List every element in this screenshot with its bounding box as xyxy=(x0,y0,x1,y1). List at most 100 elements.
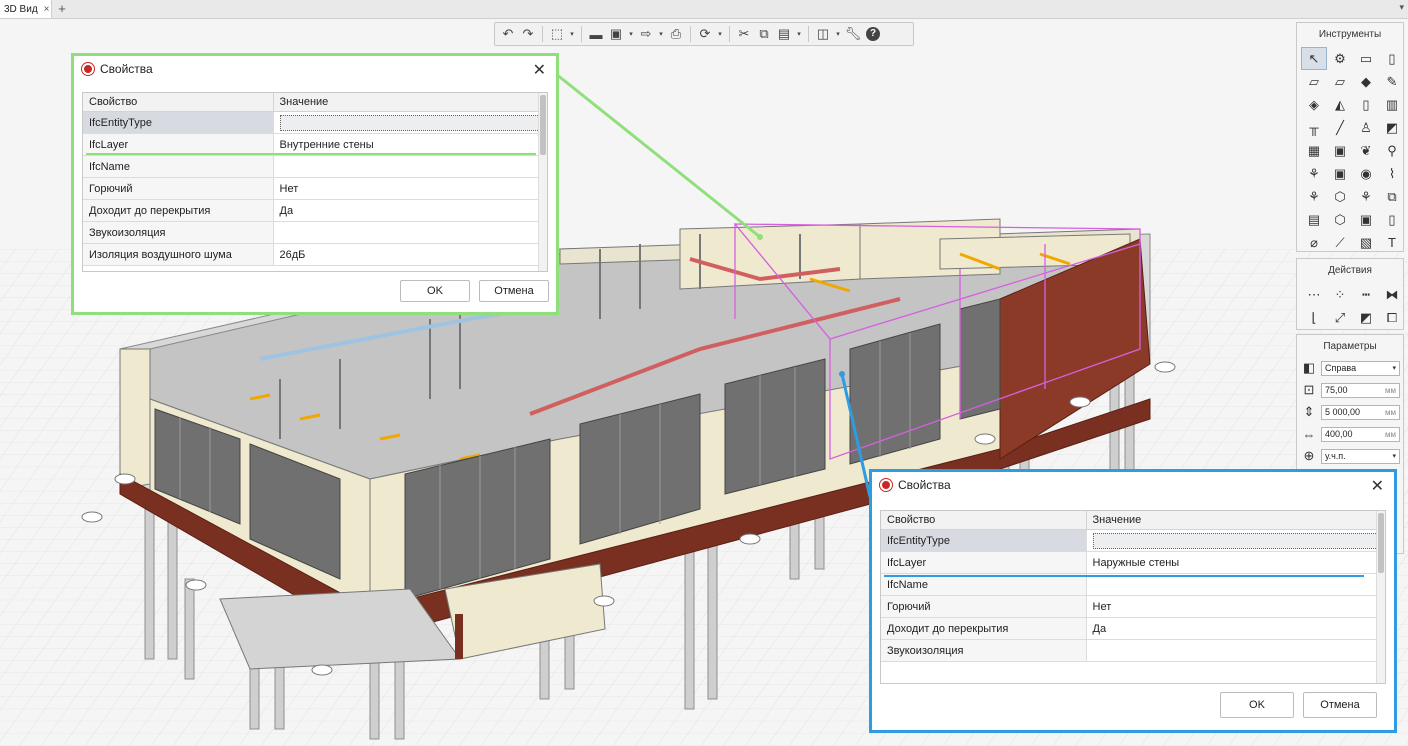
chevron-down-icon[interactable]: ▾ xyxy=(657,25,665,43)
table-row[interactable]: IfcName xyxy=(83,155,547,178)
property-value[interactable]: Да xyxy=(1086,617,1385,640)
tools-tool-icon[interactable]: ♙ xyxy=(1353,116,1379,139)
tools-tool-icon[interactable]: ⧉ xyxy=(1379,185,1405,208)
scrollbar-thumb[interactable] xyxy=(1378,513,1384,573)
tools-tool-icon[interactable]: ▭ xyxy=(1353,47,1379,70)
actions-tool-icon[interactable]: ⧓ xyxy=(1379,283,1405,306)
tools-tool-icon[interactable]: ▣ xyxy=(1327,162,1353,185)
close-icon[interactable]: ✕ xyxy=(533,60,546,80)
table-row[interactable]: Доходит до перекрытия Да xyxy=(83,199,547,222)
tools-tool-icon[interactable]: ◉ xyxy=(1353,162,1379,185)
col-value[interactable]: Значение xyxy=(273,93,547,112)
property-value[interactable] xyxy=(273,155,547,178)
tools-tool-icon[interactable]: ◆ xyxy=(1353,70,1379,93)
redo-icon[interactable]: ↷ xyxy=(519,25,537,43)
layers-icon[interactable]: ◫ xyxy=(814,25,832,43)
save-icon[interactable]: ▣ xyxy=(607,25,625,43)
ok-button[interactable]: OK xyxy=(400,280,470,302)
chevron-down-icon[interactable]: ▾ xyxy=(627,25,635,43)
undo-icon[interactable]: ↶ xyxy=(499,25,517,43)
tools-tool-icon[interactable]: ⚙ xyxy=(1327,47,1353,70)
property-value[interactable] xyxy=(1086,529,1385,552)
thickness-field[interactable]: 75,00 мм xyxy=(1321,382,1400,398)
tools-tool-icon[interactable]: ▤ xyxy=(1301,208,1327,231)
table-row[interactable]: Звукоизоляция xyxy=(83,221,547,244)
actions-tool-icon[interactable]: ◩ xyxy=(1353,306,1379,329)
cancel-button[interactable]: Отмена xyxy=(1303,692,1377,718)
col-property[interactable]: Свойство xyxy=(881,511,1087,530)
table-row[interactable]: Горючий Нет xyxy=(881,595,1385,618)
property-value[interactable]: Нет xyxy=(273,177,547,200)
chevron-down-icon[interactable]: ▾ xyxy=(568,25,576,43)
property-value[interactable] xyxy=(273,221,547,244)
actions-tool-icon[interactable]: ⋯ xyxy=(1301,283,1327,306)
close-icon[interactable]: ✕ xyxy=(1371,476,1384,496)
tools-tool-icon[interactable]: ▯ xyxy=(1379,47,1405,70)
property-value[interactable] xyxy=(273,111,547,134)
actions-tool-icon[interactable]: ⧠ xyxy=(1379,306,1405,329)
scrollbar-thumb[interactable] xyxy=(540,95,546,155)
table-row[interactable]: Звукоизоляция xyxy=(881,639,1385,662)
tools-tool-icon[interactable]: ⚘ xyxy=(1353,185,1379,208)
tools-tool-icon[interactable]: ✎ xyxy=(1379,70,1405,93)
table-row[interactable]: Доходит до перекрытия Да xyxy=(881,617,1385,640)
tools-tool-icon[interactable]: ▥ xyxy=(1379,93,1405,116)
paste-icon[interactable]: ▤ xyxy=(775,25,793,43)
tools-tool-icon[interactable]: ▣ xyxy=(1353,208,1379,231)
folder-icon[interactable]: ▬ xyxy=(587,25,605,43)
tools-tool-icon[interactable]: ⟋ xyxy=(1327,231,1353,254)
tools-tool-icon[interactable]: ▦ xyxy=(1301,139,1327,162)
export-icon[interactable]: ⇨ xyxy=(637,25,655,43)
scrollbar[interactable] xyxy=(1376,511,1385,683)
property-value[interactable]: Нет xyxy=(1086,595,1385,618)
tools-tool-icon[interactable]: ⬡ xyxy=(1327,185,1353,208)
tools-tool-icon[interactable]: ▣ xyxy=(1327,139,1353,162)
ok-button[interactable]: OK xyxy=(1220,692,1294,718)
tools-tool-icon[interactable]: ⚲ xyxy=(1379,139,1405,162)
property-value[interactable]: Да xyxy=(273,199,547,222)
tools-tool-icon[interactable]: ◩ xyxy=(1379,116,1405,139)
cancel-button[interactable]: Отмена xyxy=(479,280,549,302)
chevron-down-icon[interactable]: ▾ xyxy=(834,25,842,43)
scrollbar[interactable] xyxy=(538,93,547,271)
tools-tool-icon[interactable]: ▧ xyxy=(1353,231,1379,254)
tools-tool-icon[interactable]: T xyxy=(1379,231,1405,254)
copy-icon[interactable]: ⧉ xyxy=(755,25,773,43)
side-select[interactable]: Справа ▾ xyxy=(1321,360,1400,376)
actions-tool-icon[interactable]: ┅ xyxy=(1353,283,1379,306)
chevron-down-icon[interactable]: ▾ xyxy=(795,25,803,43)
tools-tool-icon[interactable]: ⬡ xyxy=(1327,208,1353,231)
chevron-down-icon[interactable]: ▾ xyxy=(716,25,724,43)
tools-tool-icon[interactable]: ⌇ xyxy=(1379,162,1405,185)
property-value[interactable]: Наружные стены xyxy=(1086,551,1385,574)
tools-tool-icon[interactable]: ◈ xyxy=(1301,93,1327,116)
tools-tool-icon[interactable]: ▯ xyxy=(1379,208,1405,231)
height-field[interactable]: 5 000,00 мм xyxy=(1321,404,1400,420)
property-value[interactable]: 26дБ xyxy=(273,243,547,266)
tab-menu-icon[interactable]: ▾ xyxy=(1399,2,1404,13)
actions-tool-icon[interactable]: ⌊ xyxy=(1301,306,1327,329)
actions-tool-icon[interactable]: ⁘ xyxy=(1327,283,1353,306)
tools-tool-icon[interactable]: ◭ xyxy=(1327,93,1353,116)
orbit-icon[interactable]: ⟳ xyxy=(696,25,714,43)
actions-tool-icon[interactable]: ⤢ xyxy=(1327,306,1353,329)
print-icon[interactable]: ⎙ xyxy=(667,25,685,43)
add-tab-icon[interactable]: + xyxy=(55,0,69,18)
tools-tool-icon[interactable]: ⚘ xyxy=(1301,162,1327,185)
tools-tool-icon[interactable]: ❦ xyxy=(1353,139,1379,162)
table-row[interactable]: Изоляция воздушного шума 26дБ xyxy=(83,243,547,266)
table-row[interactable]: IfcEntityType xyxy=(83,111,547,134)
tab-3d-view[interactable]: 3D Вид × xyxy=(0,0,52,18)
cut-icon[interactable]: ✂ xyxy=(735,25,753,43)
tools-tool-icon[interactable]: ▱ xyxy=(1301,70,1327,93)
view-cube-icon[interactable]: ⬚ xyxy=(548,25,566,43)
property-value-editor[interactable] xyxy=(1092,532,1378,549)
wrench-icon[interactable]: 🔧︎ xyxy=(844,25,862,43)
tools-tool-icon[interactable]: ⌀ xyxy=(1301,231,1327,254)
col-property[interactable]: Свойство xyxy=(83,93,274,112)
property-value-editor[interactable] xyxy=(279,114,540,131)
col-value[interactable]: Значение xyxy=(1086,511,1385,530)
tools-tool-icon[interactable]: ╱ xyxy=(1327,116,1353,139)
table-row[interactable]: IfcLayer Наружные стены xyxy=(881,551,1385,574)
tools-tool-icon[interactable]: ↖ xyxy=(1301,47,1327,70)
